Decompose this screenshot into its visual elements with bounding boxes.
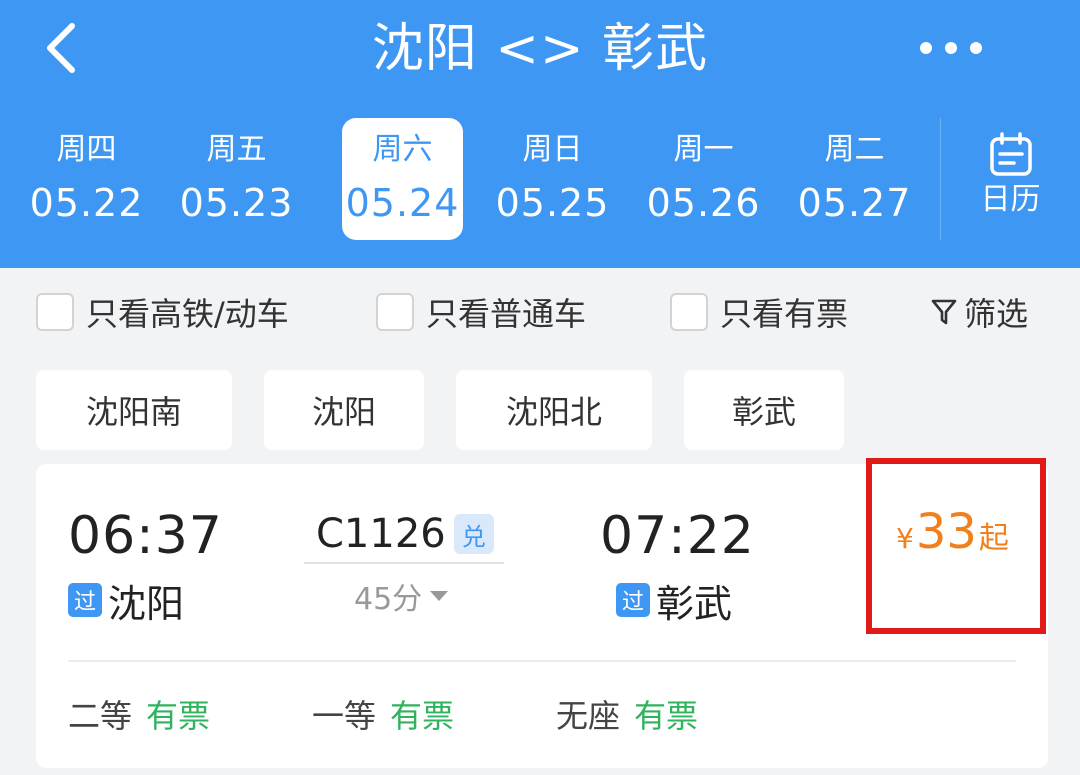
funnel-icon <box>931 299 957 325</box>
date-tab-selected[interactable]: 周六 05.24 <box>342 118 463 240</box>
date-tab-date: 05.25 <box>495 181 610 225</box>
departure-station-name: 沈阳 <box>108 581 185 626</box>
checkbox-box <box>670 293 708 331</box>
calendar-label: 日历 <box>980 182 1041 217</box>
seat-class-name: 无座 <box>556 697 621 735</box>
date-tab-weekday: 周一 <box>673 132 734 167</box>
checkbox-box <box>36 293 74 331</box>
filter-bar: 只看高铁/动车 只看普通车 只看有票 筛选 <box>0 268 1080 354</box>
price: ¥ 33 起 <box>896 504 1009 560</box>
price-suffix: 起 <box>978 521 1009 556</box>
divider <box>68 660 1016 662</box>
price-currency: ¥ <box>896 522 914 555</box>
pass-through-badge: 过 <box>68 583 102 617</box>
exchange-badge: 兑 <box>453 514 494 554</box>
station-chip[interactable]: 沈阳 <box>264 370 424 450</box>
seat-availability: 有票 <box>390 697 455 735</box>
price-amount: 33 <box>915 504 977 560</box>
caret-down-icon <box>430 591 449 601</box>
date-selector: 周四 05.22 周五 05.23 周六 05.24 周日 05.25 周一 0… <box>26 118 936 240</box>
top-bar: 沈阳 <> 彰武 周四 05.22 周五 05.23 周六 05.24 周日 0… <box>0 0 1080 268</box>
date-tab-weekday: 周四 <box>56 132 117 167</box>
seat-class: 二等 有票 <box>68 690 210 738</box>
date-tab-weekday: 周六 <box>372 132 433 167</box>
regular-only-checkbox[interactable]: 只看普通车 <box>376 292 587 333</box>
seat-class: 一等 有票 <box>312 690 454 738</box>
train-info: C1126 兑 45分 <box>304 500 504 630</box>
date-tab-date: 05.22 <box>29 181 144 225</box>
pass-through-badge: 过 <box>616 583 650 617</box>
checkbox-label: 只看普通车 <box>426 295 587 333</box>
date-tab-date: 05.27 <box>797 181 912 225</box>
checkbox-label: 只看高铁/动车 <box>86 295 289 333</box>
train-number-text: C1126 <box>316 511 446 557</box>
seat-availability: 有票 <box>146 697 211 735</box>
train-card[interactable]: 06:37 过 沈阳 C1126 兑 45分 07:22 过 彰武 ¥ 33 起… <box>36 458 1048 768</box>
more-horizontal-icon <box>920 42 932 54</box>
seat-availability: 有票 <box>634 697 699 735</box>
checkbox-label: 只看有票 <box>720 295 849 333</box>
date-tab[interactable]: 周五 05.23 <box>176 118 297 240</box>
date-tab-weekday: 周日 <box>522 132 583 167</box>
price-highlight-box: ¥ 33 起 <box>866 458 1046 634</box>
arrival-time: 07:22 <box>600 506 755 566</box>
arrival-station-name: 彰武 <box>656 581 733 626</box>
departure-time: 06:37 <box>68 506 223 566</box>
date-tab-weekday: 周二 <box>824 132 885 167</box>
station-chip[interactable]: 彰武 <box>684 370 844 450</box>
checkbox-box <box>376 293 414 331</box>
calendar-button[interactable]: 日历 <box>940 118 1080 240</box>
filter-label: 筛选 <box>964 295 1029 333</box>
available-only-checkbox[interactable]: 只看有票 <box>670 292 849 333</box>
filter-button[interactable]: 筛选 <box>930 292 1029 333</box>
duration-text: 45分 <box>354 582 423 617</box>
seat-class-name: 二等 <box>68 697 133 735</box>
departure-station: 过 沈阳 <box>68 576 184 626</box>
date-tab-date: 05.24 <box>345 181 460 225</box>
high-speed-only-checkbox[interactable]: 只看高铁/动车 <box>36 292 289 333</box>
station-chip[interactable]: 沈阳北 <box>456 370 652 450</box>
calendar-icon <box>989 132 1032 176</box>
seat-class: 无座 有票 <box>556 690 698 738</box>
date-tab[interactable]: 周日 05.25 <box>492 118 613 240</box>
duration-toggle[interactable]: 45分 <box>354 576 449 617</box>
station-chip[interactable]: 沈阳南 <box>36 370 232 450</box>
more-button[interactable] <box>920 28 982 68</box>
date-tab-date: 05.23 <box>179 181 294 225</box>
arrival-station: 过 彰武 <box>616 576 732 626</box>
route-line <box>304 562 504 564</box>
date-tab[interactable]: 周二 05.27 <box>794 118 915 240</box>
page-title: 沈阳 <> 彰武 <box>371 19 709 79</box>
seat-class-name: 一等 <box>312 697 377 735</box>
date-tab[interactable]: 周四 05.22 <box>26 118 147 240</box>
date-tab[interactable]: 周一 05.26 <box>643 118 764 240</box>
date-tab-date: 05.26 <box>646 181 761 225</box>
date-tab-weekday: 周五 <box>206 132 267 167</box>
train-number: C1126 兑 <box>316 506 494 562</box>
